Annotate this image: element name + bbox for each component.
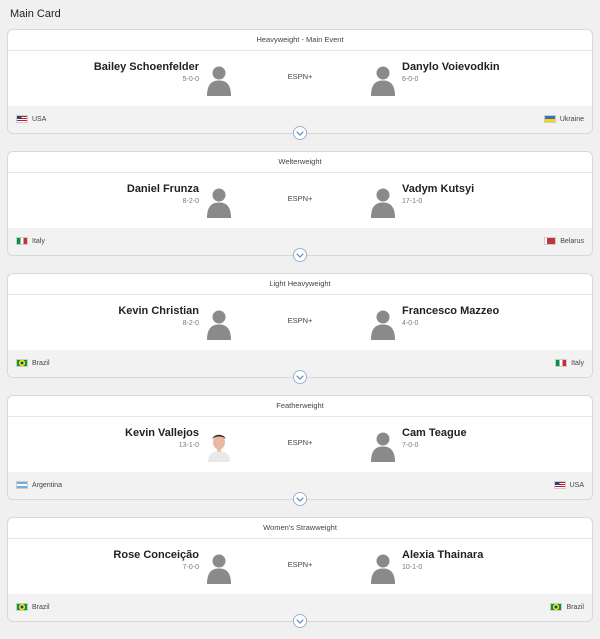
flag-icon bbox=[16, 237, 28, 245]
fight-list: Heavyweight - Main Event Bailey Schoenfe… bbox=[7, 29, 593, 639]
country-name: USA bbox=[569, 481, 584, 489]
avatar-icon[interactable] bbox=[368, 552, 398, 584]
red-country: Italy bbox=[16, 237, 45, 245]
fight-card[interactable]: Featherweight Kevin Vallejos 13-1-0 ESPN… bbox=[7, 395, 593, 506]
chevron-down-icon bbox=[296, 252, 304, 258]
fighter-name[interactable]: Cam Teague bbox=[402, 427, 467, 439]
country-name: Brazil bbox=[32, 359, 50, 367]
blue-country: Ukraine bbox=[543, 115, 584, 123]
flag-icon bbox=[544, 237, 557, 245]
broadcast-label: ESPN+ bbox=[287, 194, 313, 203]
avatar-icon[interactable] bbox=[368, 430, 398, 462]
fighters-row: Daniel Frunza 8-2-0 ESPN+ Vadym Kutsyi 1… bbox=[8, 173, 592, 230]
blue-corner-fighter[interactable]: Cam Teague 7-0-0 bbox=[402, 427, 467, 449]
fight-card[interactable]: Welterweight Daniel Frunza 8-2-0 ESPN+ V… bbox=[7, 151, 593, 262]
blue-country: Italy bbox=[555, 359, 584, 367]
main-card-page: Main Card Heavyweight - Main Event Baile… bbox=[0, 0, 600, 638]
section-title: Main Card bbox=[10, 8, 61, 20]
flag-icon bbox=[16, 481, 28, 489]
blue-country: Belarus bbox=[544, 237, 584, 245]
expand-button[interactable] bbox=[293, 126, 307, 140]
country-name: Brazil bbox=[32, 603, 50, 611]
flag-icon bbox=[16, 603, 28, 611]
flag-icon bbox=[550, 603, 563, 611]
chevron-down-icon bbox=[296, 130, 304, 136]
chevron-down-icon bbox=[296, 618, 304, 624]
country-name: Ukraine bbox=[559, 115, 584, 123]
country-name: Argentina bbox=[32, 481, 62, 489]
flag-icon bbox=[543, 115, 556, 123]
red-country: Brazil bbox=[16, 359, 50, 367]
blue-country: Brazil bbox=[550, 603, 584, 611]
fighters-row: Rose Conceição 7-0-0 ESPN+ Alexia Thaina… bbox=[8, 539, 592, 596]
expand-button[interactable] bbox=[293, 248, 307, 262]
avatar-icon[interactable] bbox=[368, 64, 398, 96]
broadcast-label: ESPN+ bbox=[287, 316, 313, 325]
fight-card[interactable]: Light Heavyweight Kevin Christian 8-2-0 … bbox=[7, 273, 593, 384]
blue-corner-fighter[interactable]: Danylo Voievodkin 6-0-0 bbox=[402, 61, 500, 83]
blue-corner-fighter[interactable]: Francesco Mazzeo 4-0-0 bbox=[402, 305, 499, 327]
flag-icon bbox=[16, 359, 28, 367]
expand-button[interactable] bbox=[293, 492, 307, 506]
fighter-name[interactable]: Vadym Kutsyi bbox=[402, 183, 474, 195]
blue-country: USA bbox=[553, 481, 584, 489]
weight-class-label: Women's Strawweight bbox=[8, 518, 592, 539]
red-country: Argentina bbox=[16, 481, 62, 489]
weight-class-label: Featherweight bbox=[8, 396, 592, 417]
fighter-record: 17-1-0 bbox=[402, 198, 423, 205]
country-name: Italy bbox=[571, 359, 584, 367]
blue-corner-fighter[interactable]: Alexia Thainara 10-1-0 bbox=[402, 549, 483, 571]
fighter-name[interactable]: Danylo Voievodkin bbox=[402, 61, 500, 73]
blue-corner-fighter[interactable]: Vadym Kutsyi 17-1-0 bbox=[402, 183, 474, 205]
broadcast-label: ESPN+ bbox=[287, 438, 313, 447]
flag-icon bbox=[555, 359, 568, 367]
country-name: Italy bbox=[32, 237, 45, 245]
weight-class-label: Welterweight bbox=[8, 152, 592, 173]
red-country: USA bbox=[16, 115, 46, 123]
country-name: USA bbox=[32, 115, 47, 123]
chevron-down-icon bbox=[296, 374, 304, 380]
fighter-record: 4-0-0 bbox=[402, 320, 419, 327]
fighter-record: 6-0-0 bbox=[402, 76, 419, 83]
broadcast-label: ESPN+ bbox=[287, 72, 313, 81]
avatar-icon[interactable] bbox=[368, 186, 398, 218]
fighters-row: Bailey Schoenfelder 5-0-0 ESPN+ Danylo V… bbox=[8, 51, 592, 108]
chevron-down-icon bbox=[296, 496, 304, 502]
expand-button[interactable] bbox=[293, 370, 307, 384]
weight-class-label: Light Heavyweight bbox=[8, 274, 592, 295]
flag-icon bbox=[16, 115, 28, 123]
fighter-record: 7-0-0 bbox=[402, 442, 419, 449]
fighter-record: 10-1-0 bbox=[402, 564, 423, 571]
country-name: Belarus bbox=[560, 237, 584, 245]
weight-class-label: Heavyweight - Main Event bbox=[8, 30, 592, 51]
fight-card[interactable]: Women's Strawweight Rose Conceição 7-0-0… bbox=[7, 517, 593, 628]
fighters-row: Kevin Vallejos 13-1-0 ESPN+ Cam Teague 7… bbox=[8, 417, 592, 474]
fighter-name[interactable]: Francesco Mazzeo bbox=[402, 305, 499, 317]
broadcast-label: ESPN+ bbox=[287, 560, 313, 569]
avatar-icon[interactable] bbox=[368, 308, 398, 340]
fighter-name[interactable]: Alexia Thainara bbox=[402, 549, 483, 561]
red-country: Brazil bbox=[16, 603, 50, 611]
fighters-row: Kevin Christian 8-2-0 ESPN+ Francesco Ma… bbox=[8, 295, 592, 352]
flag-icon bbox=[553, 481, 566, 489]
fight-card[interactable]: Heavyweight - Main Event Bailey Schoenfe… bbox=[7, 29, 593, 140]
expand-button[interactable] bbox=[293, 614, 307, 628]
country-name: Brazil bbox=[566, 603, 584, 611]
